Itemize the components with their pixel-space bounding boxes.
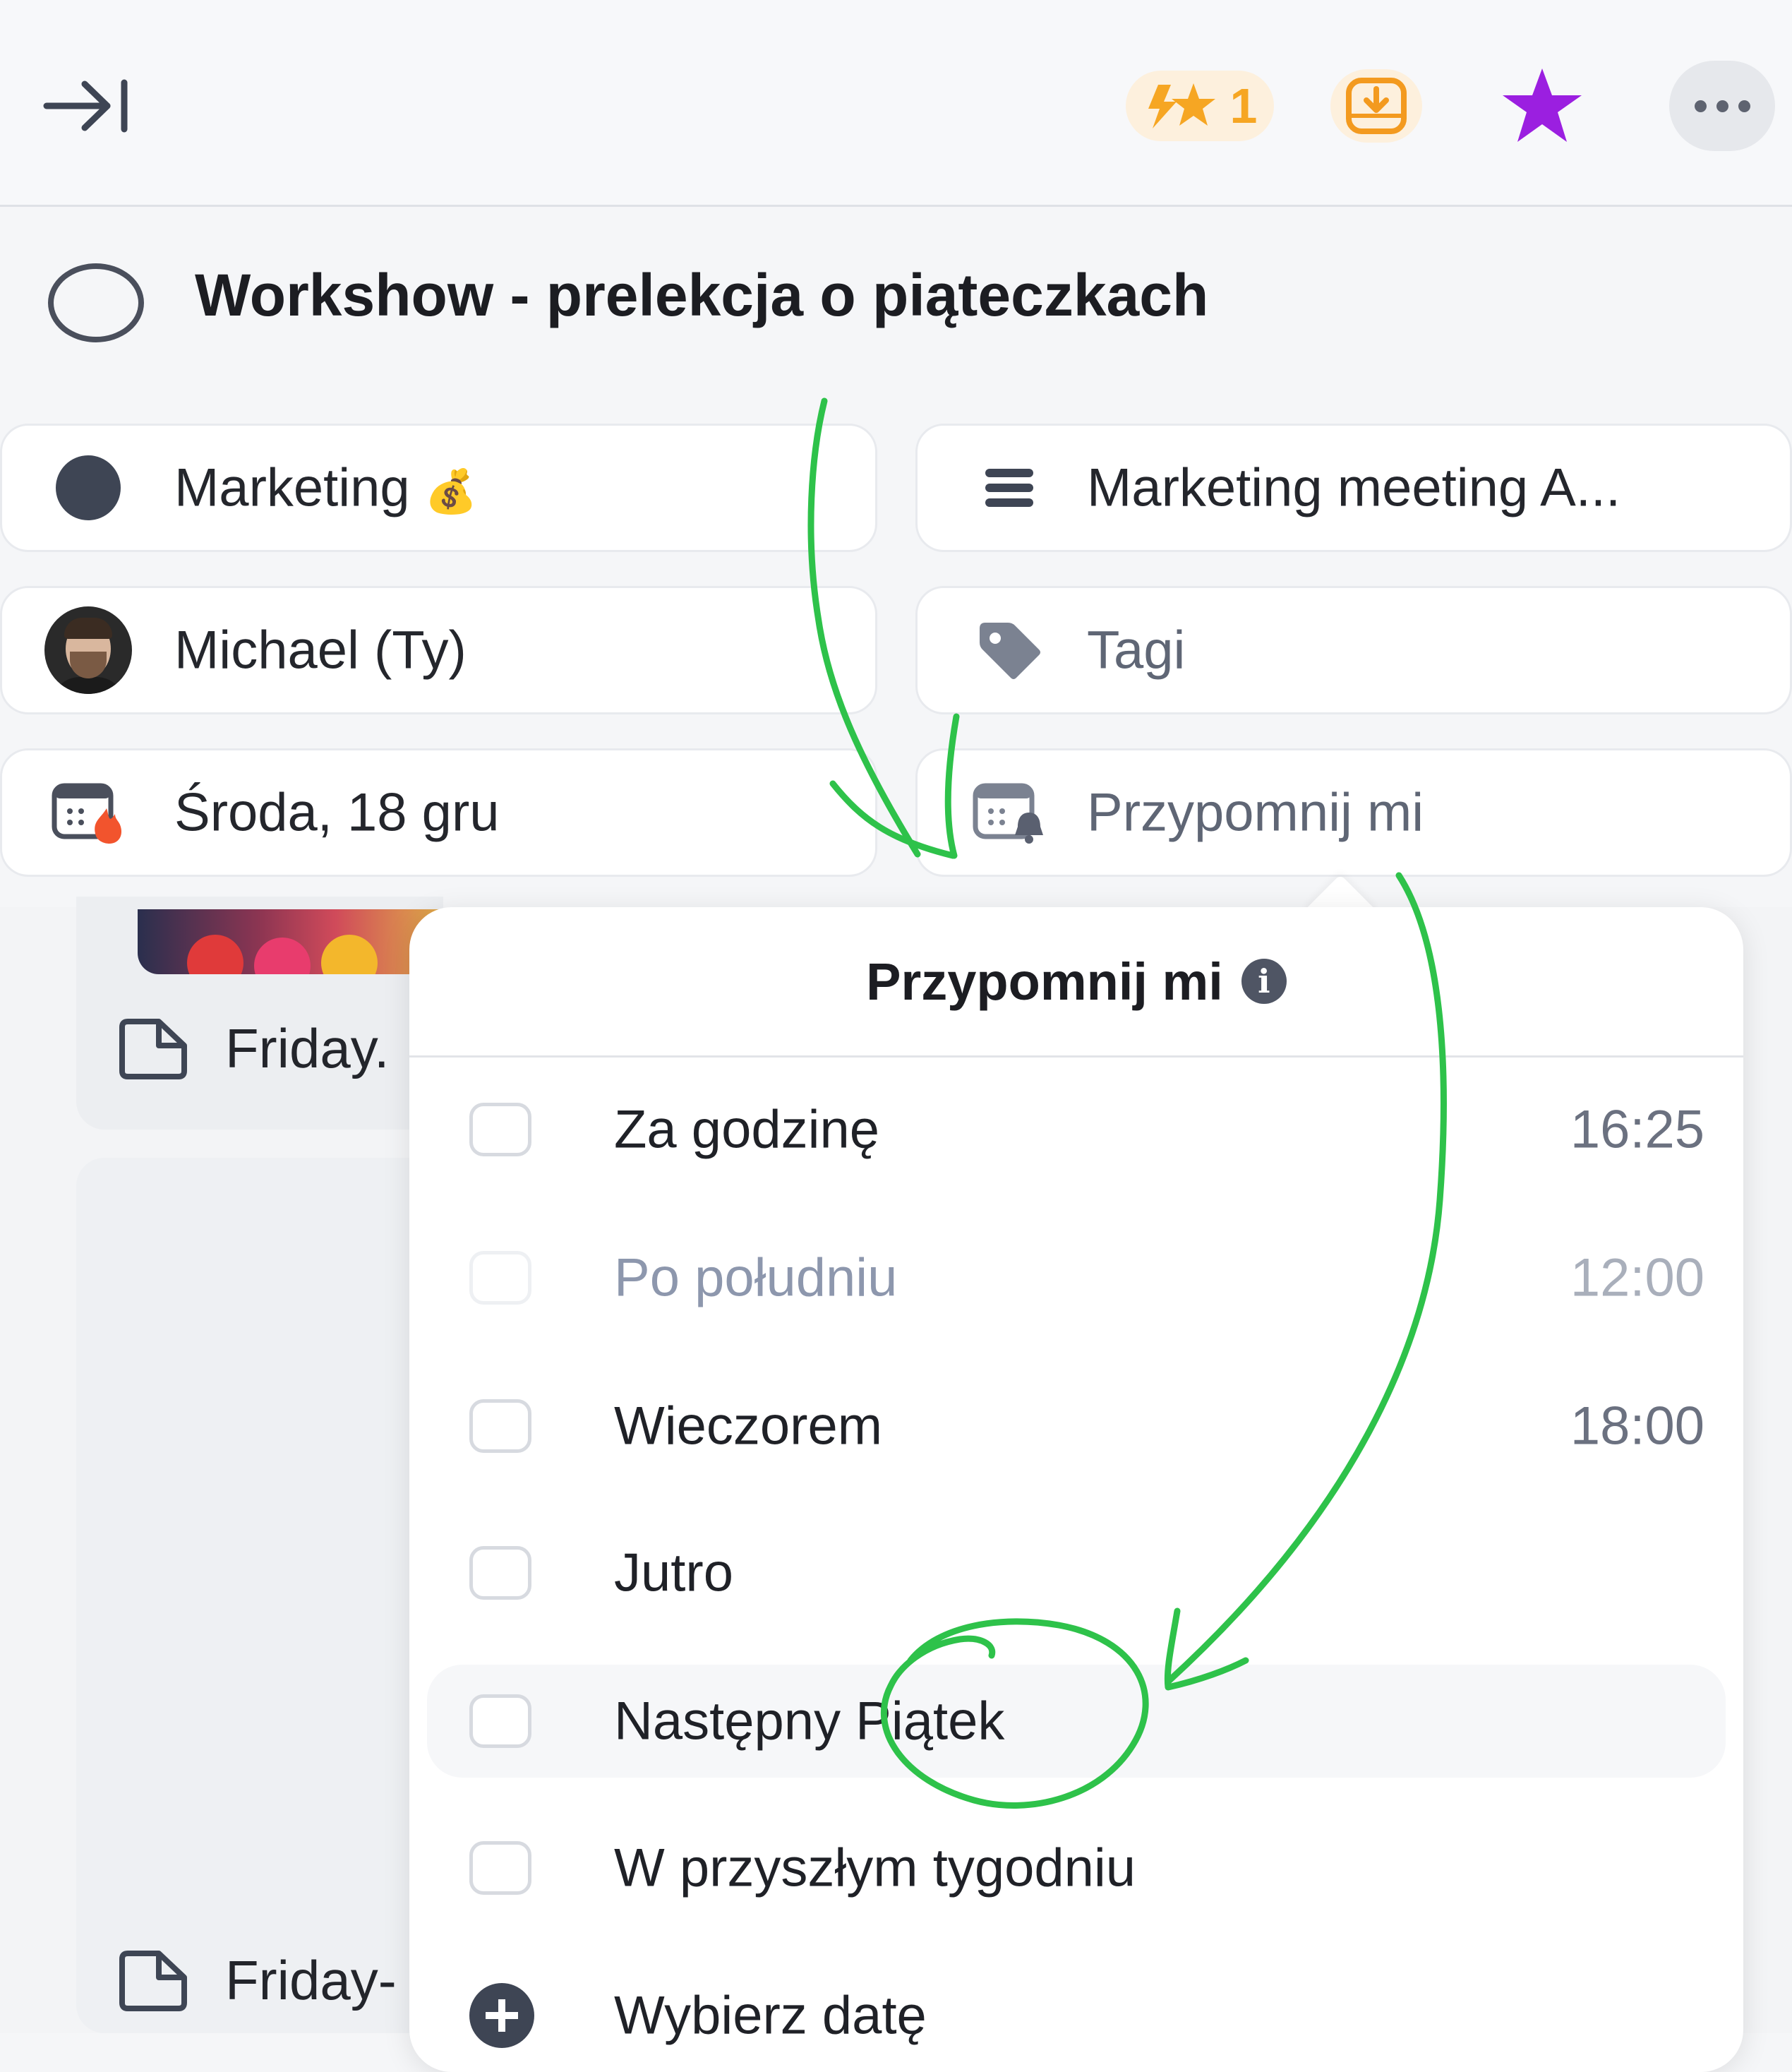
option-checkbox[interactable] xyxy=(469,1694,531,1748)
project-field[interactable]: Marketing 💰 xyxy=(0,424,877,552)
reminder-option-in-an-hour[interactable]: Za godzinę 16:25 xyxy=(427,1073,1726,1186)
more-icon-dot xyxy=(1694,100,1707,112)
calendar-fire-icon xyxy=(52,780,125,845)
tags-label: Tagi xyxy=(1087,620,1186,681)
background-item-label: Friday- xyxy=(225,1949,397,2011)
collapse-panel-icon[interactable] xyxy=(42,74,134,138)
parent-task-field[interactable]: Marketing meeting A... xyxy=(915,424,1792,552)
info-icon[interactable]: i xyxy=(1241,959,1287,1004)
tag-icon xyxy=(974,618,1045,682)
option-label: Wieczorem xyxy=(614,1396,883,1456)
attachment-thumbnail[interactable] xyxy=(138,909,441,974)
option-time: 16:25 xyxy=(1570,1099,1704,1160)
streak-badge[interactable]: 1 xyxy=(1126,71,1274,141)
tags-field[interactable]: Tagi xyxy=(915,586,1792,714)
money-bag-icon: 💰 xyxy=(424,467,478,515)
option-label: W przyszłym tygodniu xyxy=(614,1838,1136,1898)
reminder-option-next-week[interactable]: W przyszłym tygodniu xyxy=(427,1811,1726,1924)
option-label: Za godzinę xyxy=(614,1099,880,1160)
document-icon xyxy=(119,1018,187,1079)
assignee-field[interactable]: Michael (Ty) xyxy=(0,586,877,714)
list-icon xyxy=(984,466,1035,510)
download-icon xyxy=(1346,78,1407,134)
more-icon-dot xyxy=(1716,100,1728,112)
option-time: 18:00 xyxy=(1570,1396,1704,1456)
parent-task-label: Marketing meeting A... xyxy=(1087,457,1621,518)
reminder-label: Przypomnij mi xyxy=(1087,782,1424,843)
background-list-item[interactable]: Friday. xyxy=(116,1017,390,1081)
pick-date-label: Wybierz datę xyxy=(614,1985,927,2046)
option-checkbox[interactable] xyxy=(469,1841,531,1895)
option-label: Jutro xyxy=(614,1543,733,1603)
popover-title: Przypomnij mi xyxy=(866,952,1223,1011)
pick-date-option[interactable]: Wybierz datę xyxy=(427,1959,1726,2072)
option-checkbox[interactable] xyxy=(469,1399,531,1453)
due-date-field[interactable]: Środa, 18 gru xyxy=(0,748,877,877)
background-item-label: Friday. xyxy=(225,1017,390,1079)
streak-count: 1 xyxy=(1229,78,1258,133)
project-color-dot-icon xyxy=(56,455,121,520)
download-button[interactable] xyxy=(1330,69,1422,143)
option-checkbox[interactable] xyxy=(469,1546,531,1600)
avatar xyxy=(44,606,132,694)
background-list-item[interactable]: Friday- xyxy=(116,1948,397,2013)
reminder-field[interactable]: Przypomnij mi xyxy=(915,748,1792,877)
more-icon-dot xyxy=(1738,100,1750,112)
reminder-option-next-friday[interactable]: Następny Piątek xyxy=(427,1665,1726,1778)
streak-lightning-star-icon xyxy=(1148,83,1215,128)
more-options-button[interactable] xyxy=(1669,61,1775,151)
option-label: Następny Piątek xyxy=(614,1691,1005,1751)
reminder-option-evening[interactable]: Wieczorem 18:00 xyxy=(427,1370,1726,1483)
reminder-option-tomorrow[interactable]: Jutro xyxy=(427,1516,1726,1629)
star-icon xyxy=(1503,68,1582,142)
task-title[interactable]: Workshow - prelekcja o piąteczkach xyxy=(195,261,1208,330)
project-label: Marketing 💰 xyxy=(174,457,478,518)
plus-circle-icon xyxy=(469,1983,534,2048)
background-card xyxy=(76,1158,443,2033)
assignee-label: Michael (Ty) xyxy=(174,620,467,681)
option-checkbox[interactable] xyxy=(469,1251,531,1305)
task-complete-checkbox[interactable] xyxy=(48,263,144,342)
option-checkbox[interactable] xyxy=(469,1103,531,1156)
option-time: 12:00 xyxy=(1570,1247,1704,1308)
popover-header: Przypomnij mi i xyxy=(409,907,1743,1058)
option-label: Po południu xyxy=(614,1247,898,1308)
document-icon xyxy=(119,1950,187,2011)
calendar-bell-icon xyxy=(973,780,1046,845)
reminder-option-afternoon[interactable]: Po południu 12:00 xyxy=(427,1221,1726,1334)
due-date-label: Środa, 18 gru xyxy=(174,782,500,843)
favorite-button[interactable] xyxy=(1496,64,1588,148)
